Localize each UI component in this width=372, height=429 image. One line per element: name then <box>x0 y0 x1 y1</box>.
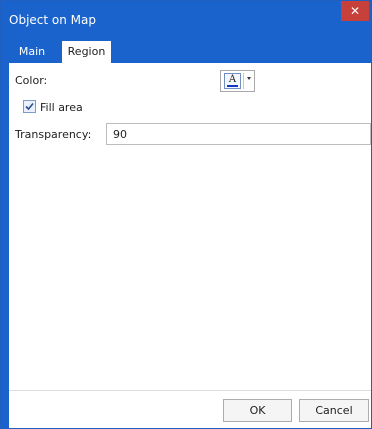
font-color-icon: A <box>224 73 241 89</box>
close-icon: ✕ <box>349 4 361 18</box>
left-accent-strip <box>1 63 9 428</box>
tab-region[interactable]: Region <box>62 41 111 64</box>
fill-area-checkbox[interactable] <box>23 100 36 113</box>
region-tab-panel: Color: A Fill area Transparency: <box>9 63 371 390</box>
tab-main[interactable]: Main <box>7 41 57 63</box>
checkmark-icon <box>25 102 34 111</box>
color-label: Color: <box>15 74 48 87</box>
color-glyph: A <box>228 74 237 85</box>
color-swatch-bar <box>227 85 238 87</box>
dialog-title: Object on Map <box>9 13 96 27</box>
transparency-label: Transparency: <box>15 128 92 141</box>
close-button[interactable]: ✕ <box>341 1 369 21</box>
fill-area-label: Fill area <box>40 101 83 114</box>
chevron-down-icon[interactable] <box>247 77 251 80</box>
transparency-input[interactable] <box>106 123 371 145</box>
object-on-map-dialog: Object on Map ✕ Main Region Color: A Fil… <box>0 0 372 429</box>
title-bar: Object on Map ✕ Main Region <box>1 1 371 64</box>
cancel-button[interactable]: Cancel <box>299 399 369 422</box>
color-button-divider <box>243 73 244 89</box>
dialog-footer: OK Cancel <box>9 390 371 428</box>
ok-button[interactable]: OK <box>223 399 292 422</box>
color-picker-button[interactable]: A <box>220 70 255 92</box>
